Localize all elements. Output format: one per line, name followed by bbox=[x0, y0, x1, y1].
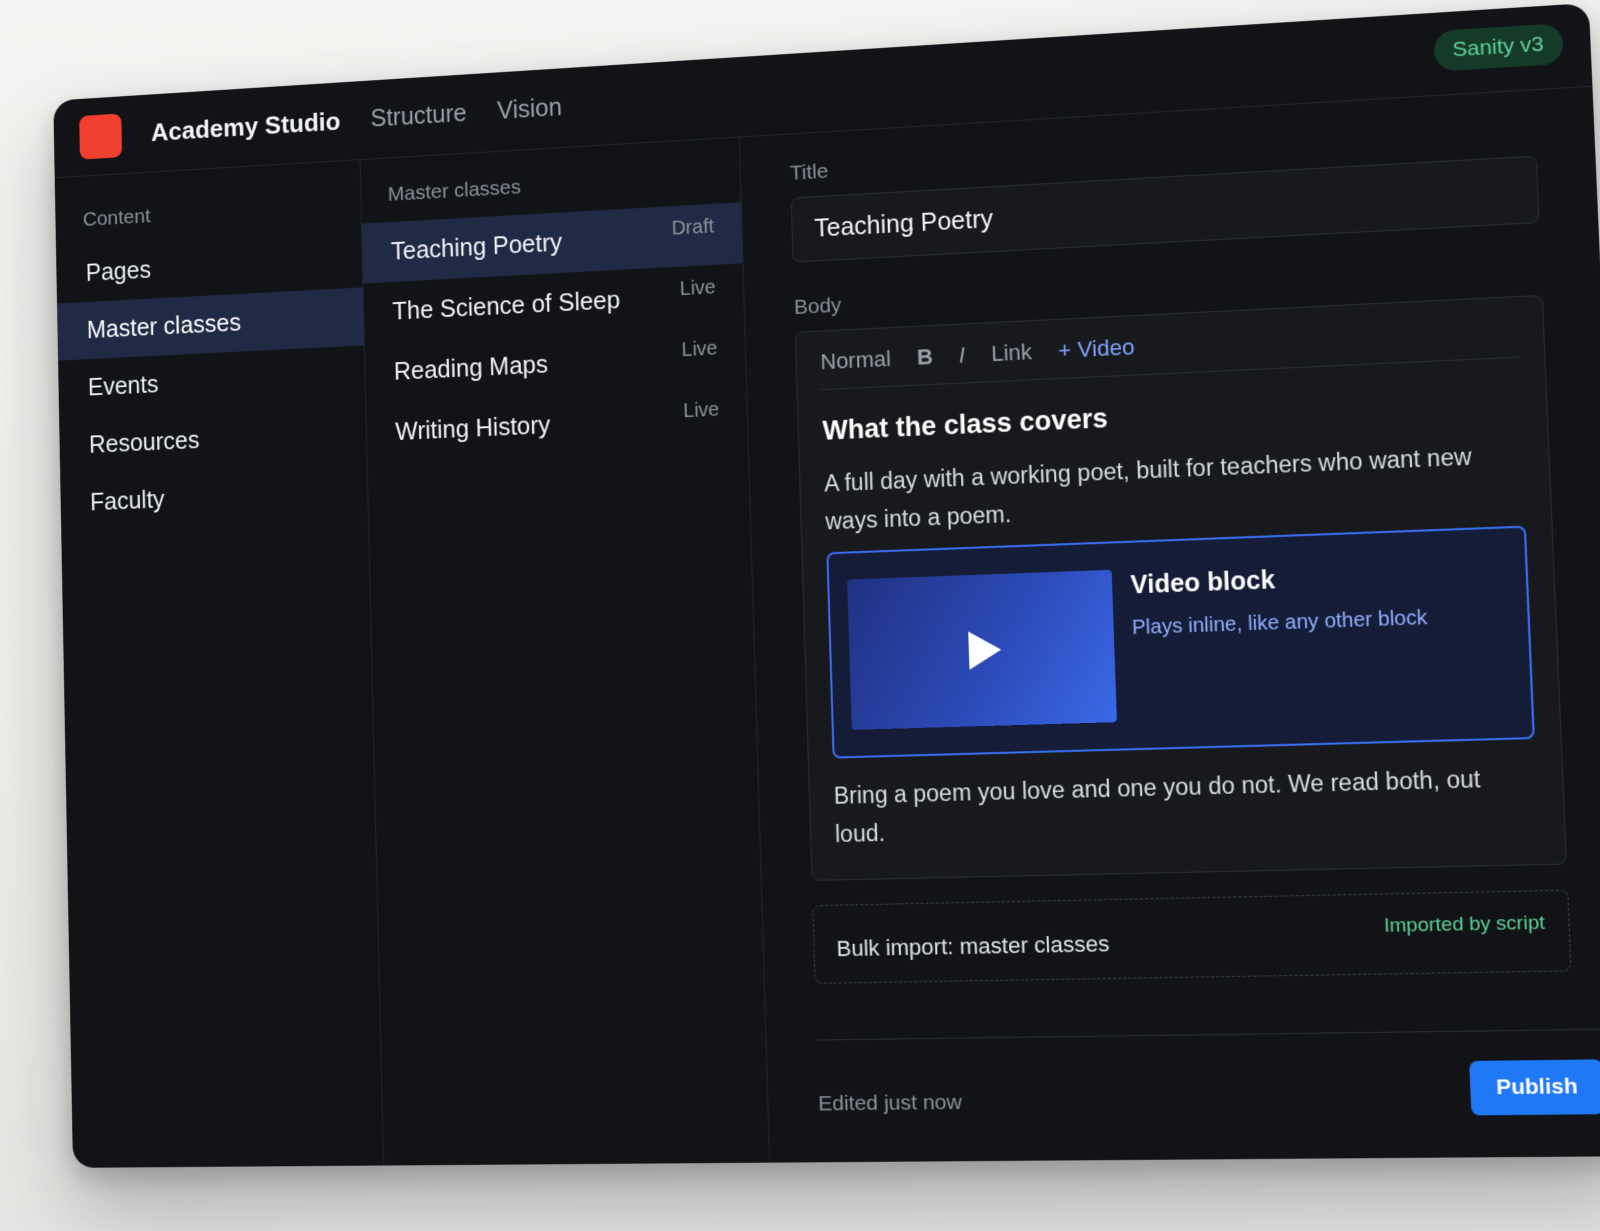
body-paragraph: A full day with a working poet, built fo… bbox=[824, 435, 1526, 541]
editor-footer: Edited just now Publish bbox=[816, 1029, 1600, 1122]
list-item-title: Reading Maps bbox=[394, 350, 549, 386]
video-block-subtitle: Plays inline, like any other block bbox=[1132, 607, 1428, 641]
import-status: Imported by script bbox=[1384, 912, 1546, 953]
app-logo[interactable] bbox=[79, 113, 122, 159]
import-label: Bulk import: master classes bbox=[836, 931, 1110, 962]
style-select[interactable]: Normal bbox=[820, 346, 891, 375]
body-paragraph: Bring a poem you love and one you do not… bbox=[833, 758, 1539, 853]
app-title: Academy Studio bbox=[151, 106, 341, 147]
body-heading: What the class covers bbox=[822, 384, 1521, 446]
content-sidebar: Content Pages Master classes Events Reso… bbox=[55, 160, 384, 1168]
studio-window: Academy Studio Structure Vision Sanity v… bbox=[53, 3, 1600, 1168]
publish-button[interactable]: Publish bbox=[1469, 1059, 1600, 1115]
document-list-pane: Master classes Teaching Poetry Draft The… bbox=[360, 137, 770, 1165]
bold-button[interactable]: B bbox=[916, 344, 933, 371]
italic-button[interactable]: I bbox=[958, 342, 965, 368]
play-icon[interactable] bbox=[968, 630, 1002, 669]
edited-status: Edited just now bbox=[818, 1091, 962, 1117]
nav-vision[interactable]: Vision bbox=[497, 94, 563, 126]
status-badge: Live bbox=[681, 338, 718, 362]
nav-structure[interactable]: Structure bbox=[370, 100, 467, 134]
version-badge: Sanity v3 bbox=[1433, 23, 1564, 72]
bulk-import-row: Bulk import: master classes Imported by … bbox=[812, 890, 1571, 984]
list-item-title: Teaching Poetry bbox=[391, 228, 563, 266]
list-item-title: The Science of Sleep bbox=[392, 286, 620, 326]
document-editor-pane: Title Teaching Poetry Body Normal B I Li… bbox=[740, 87, 1600, 1163]
list-item-title: Writing History bbox=[395, 411, 551, 446]
editor-toolbar: Normal B I Link + Video bbox=[820, 316, 1519, 391]
link-button[interactable]: Link bbox=[991, 339, 1033, 367]
insert-video-button[interactable]: + Video bbox=[1058, 334, 1135, 364]
video-block-title: Video block bbox=[1130, 560, 1426, 600]
body-editor[interactable]: Normal B I Link + Video What the class c… bbox=[795, 295, 1567, 881]
status-badge: Live bbox=[680, 277, 717, 301]
status-badge: Draft bbox=[671, 216, 714, 241]
video-thumbnail[interactable] bbox=[847, 570, 1117, 730]
status-badge: Live bbox=[683, 399, 720, 423]
sidebar-item-faculty[interactable]: Faculty bbox=[60, 462, 368, 533]
video-block[interactable]: Video block Plays inline, like any other… bbox=[826, 526, 1535, 759]
